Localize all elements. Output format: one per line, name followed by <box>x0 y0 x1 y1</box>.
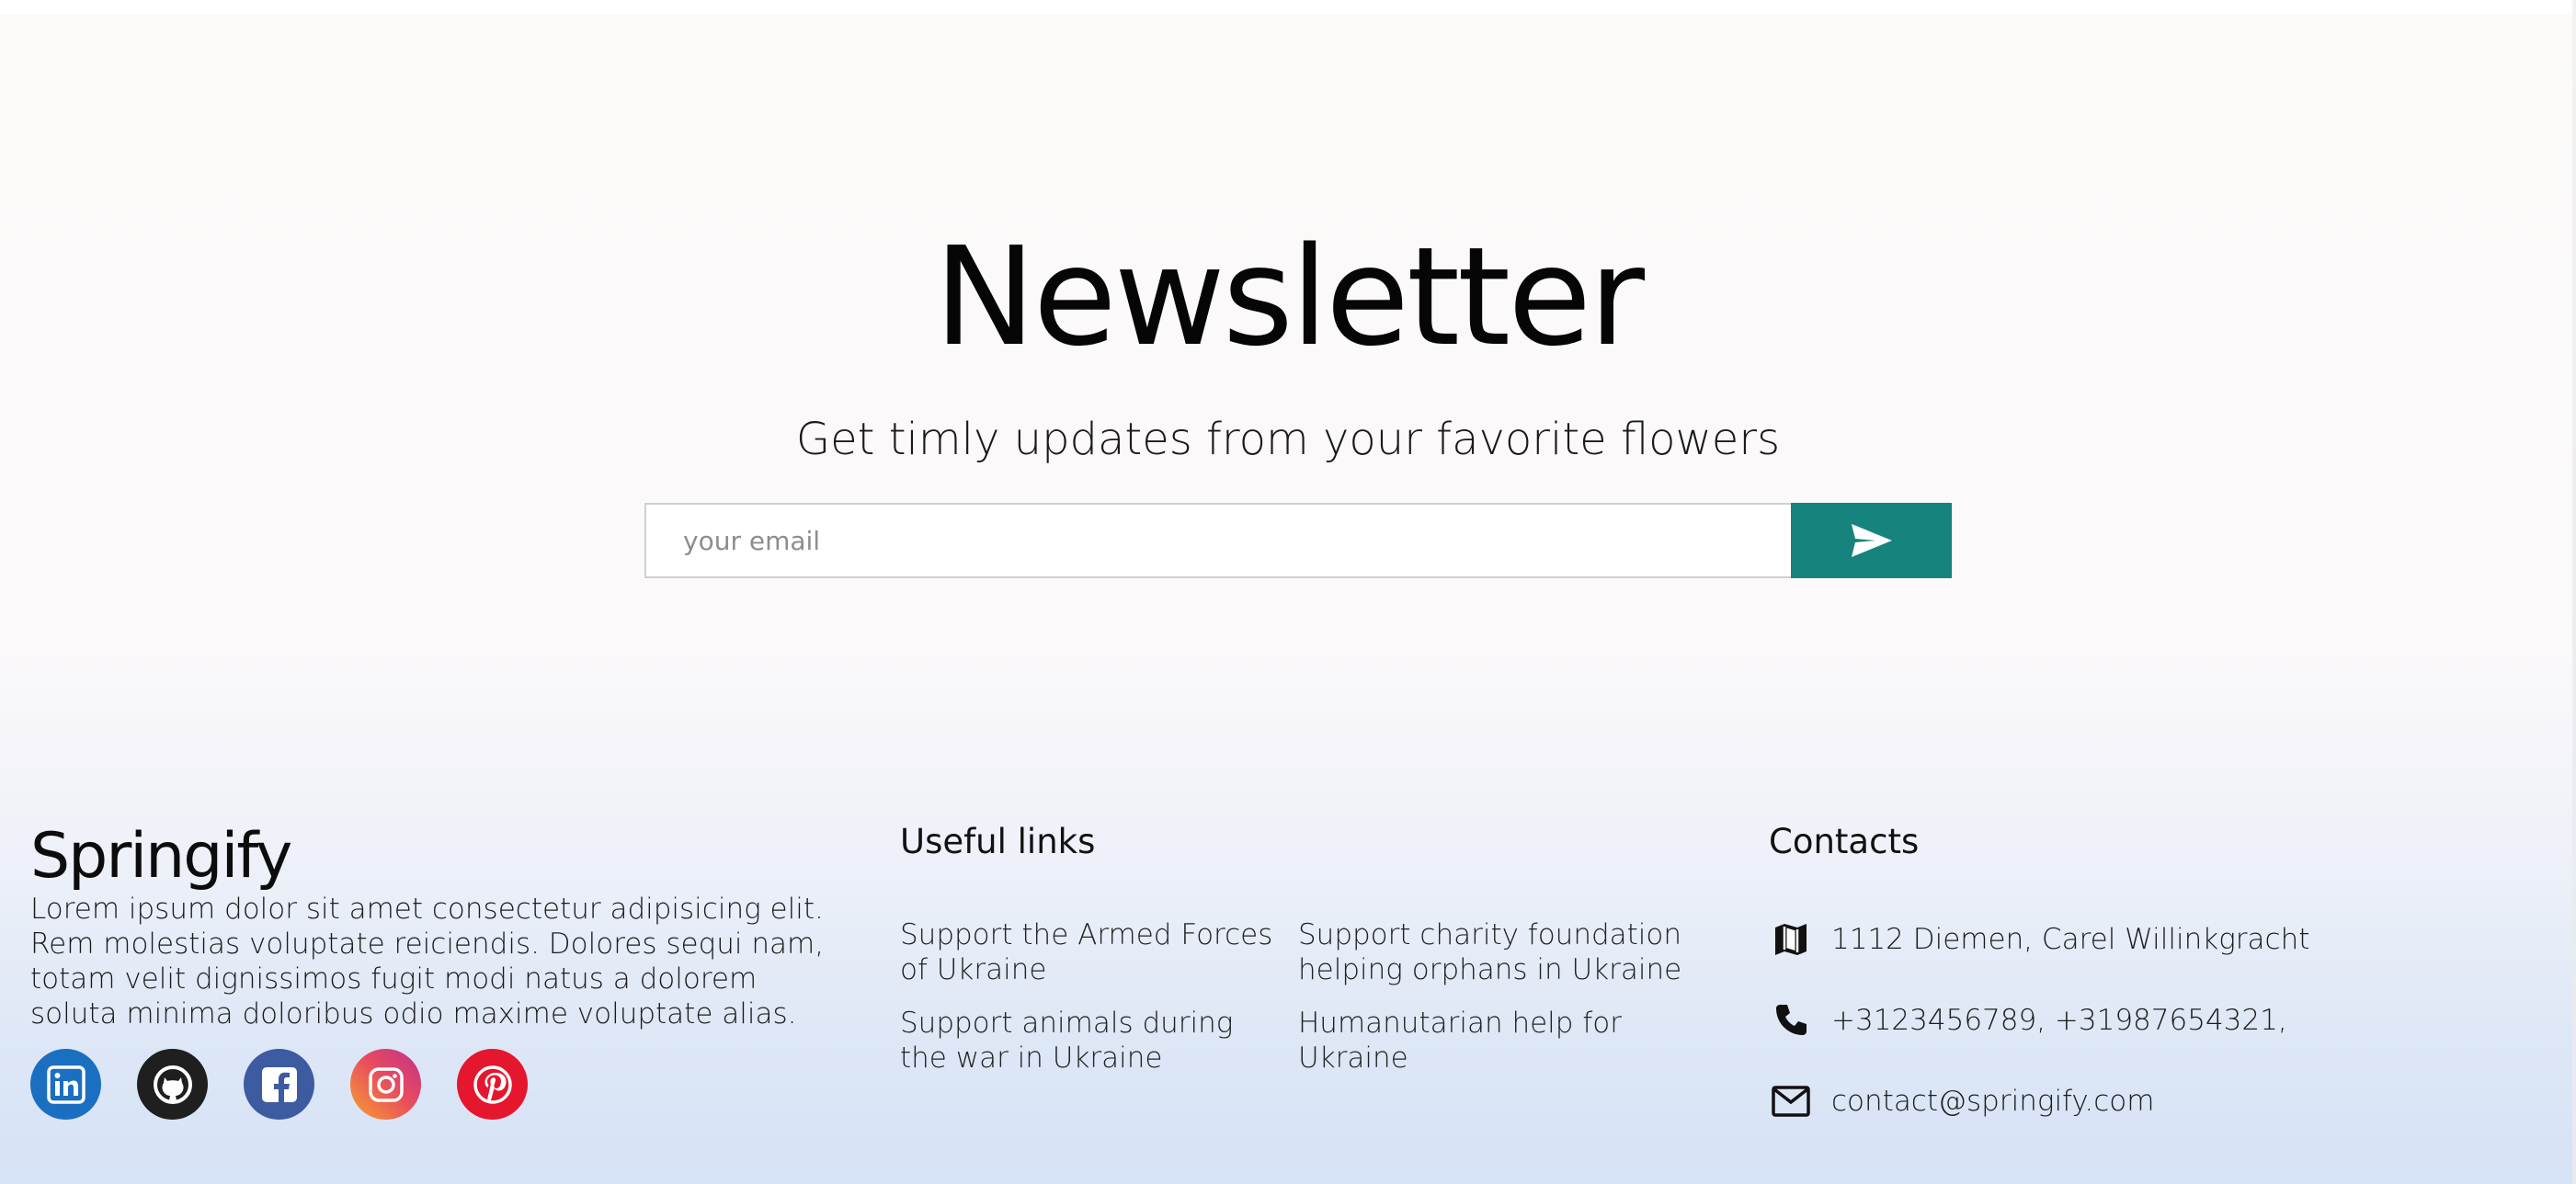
email-input[interactable] <box>644 503 1791 578</box>
subscribe-form <box>644 503 1952 578</box>
scrollbar-edge <box>2572 0 2576 1184</box>
useful-link-humanitarian[interactable]: Humanutarian help for Ukraine <box>1298 1006 1684 1076</box>
mail-icon <box>1769 1079 1813 1123</box>
pinterest-link[interactable] <box>457 1049 528 1120</box>
footer-brand: Springify <box>30 820 292 893</box>
newsletter-subtitle: Get timly updates from your favorite flo… <box>795 414 1781 465</box>
contact-address-row: 1112 Diemen, Carel Willinkgracht <box>1769 917 2309 962</box>
contact-email[interactable]: contact@springify.com <box>1831 1083 2154 1120</box>
instagram-icon <box>368 1066 404 1102</box>
instagram-link[interactable] <box>350 1049 421 1120</box>
newsletter-title: Newsletter <box>933 218 1645 376</box>
facebook-link[interactable] <box>244 1049 314 1120</box>
contact-phone[interactable]: +3123456789, +31987654321, <box>1831 1002 2287 1039</box>
social-links <box>30 1049 528 1120</box>
contact-email-row: contact@springify.com <box>1769 1079 2154 1123</box>
useful-links-heading: Useful links <box>900 822 1096 861</box>
useful-link-animals[interactable]: Support animals during the war in Ukrain… <box>900 1006 1286 1076</box>
map-icon <box>1769 917 1813 962</box>
useful-link-armed-forces[interactable]: Support the Armed Forces of Ukraine <box>900 917 1286 987</box>
github-icon <box>153 1064 192 1104</box>
top-strip <box>0 0 2576 15</box>
useful-link-orphans[interactable]: Support charity foundation helping orpha… <box>1298 917 1684 987</box>
contact-phone-row: +3123456789, +31987654321, <box>1769 998 2287 1042</box>
contact-address: 1112 Diemen, Carel Willinkgracht <box>1831 923 2310 956</box>
footer-about-text: Lorem ipsum dolor sit amet consectetur a… <box>30 893 825 1030</box>
linkedin-link[interactable] <box>30 1049 101 1120</box>
github-link[interactable] <box>137 1049 208 1120</box>
paper-plane-icon <box>1851 524 1892 557</box>
linkedin-icon <box>46 1064 85 1104</box>
pinterest-icon <box>473 1064 512 1104</box>
phone-icon <box>1769 998 1813 1042</box>
contacts-heading: Contacts <box>1769 822 1920 861</box>
send-button[interactable] <box>1791 503 1952 578</box>
facebook-icon <box>261 1066 297 1102</box>
